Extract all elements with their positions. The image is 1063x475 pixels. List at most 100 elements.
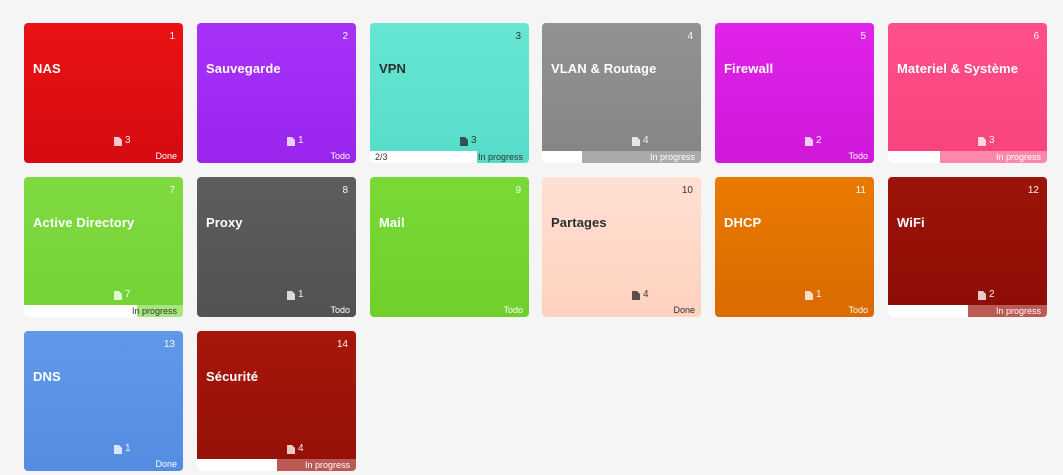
- card-number: 11: [855, 185, 866, 196]
- status-label: Todo: [848, 305, 868, 315]
- card-title: Mail: [379, 215, 405, 230]
- document-icon: [114, 136, 122, 146]
- status-label: Todo: [848, 151, 868, 161]
- status-label: Todo: [330, 305, 350, 315]
- status-label: Done: [673, 305, 695, 315]
- card-partages[interactable]: 10 Partages 4 Done: [542, 177, 701, 317]
- card-title: Materiel & Système: [897, 61, 1019, 76]
- card-number: 9: [515, 185, 521, 196]
- doc-count-value: 2: [989, 289, 995, 300]
- card-nas[interactable]: 1 NAS 3 Done: [24, 23, 183, 163]
- card-number: 7: [169, 185, 175, 196]
- card-sauvegarde[interactable]: 2 Sauvegarde 1 Todo: [197, 23, 356, 163]
- document-icon: [114, 290, 122, 300]
- card-materiel-systeme[interactable]: 6 Materiel & Système 3 In progress: [888, 23, 1047, 163]
- document-icon: [287, 444, 295, 454]
- card-number: 5: [860, 31, 866, 42]
- progress-bar: In progress: [888, 151, 1047, 163]
- card-number: 1: [169, 31, 175, 42]
- doc-count: 1: [114, 443, 131, 454]
- document-icon: [805, 290, 813, 300]
- card-vlan-routage[interactable]: 4 VLAN & Routage 4 In progress: [542, 23, 701, 163]
- status-label: In progress: [131, 306, 177, 316]
- doc-count: 4: [287, 443, 304, 454]
- doc-count: 1: [287, 135, 304, 146]
- card-number: 10: [681, 185, 693, 196]
- card-number: 6: [1033, 31, 1039, 42]
- doc-count: 3: [114, 135, 131, 146]
- doc-count-value: 1: [125, 443, 131, 454]
- doc-count-value: 2: [816, 135, 822, 146]
- status-label: Done: [155, 151, 177, 161]
- document-icon: [805, 136, 813, 146]
- doc-count: 3: [978, 135, 995, 146]
- document-icon: [114, 444, 122, 454]
- card-title: Proxy: [206, 215, 243, 230]
- status-label: In progress: [477, 152, 523, 162]
- card-title: DNS: [33, 369, 61, 384]
- progress-count: 2/3: [375, 152, 388, 162]
- document-icon: [632, 290, 640, 300]
- card-number: 12: [1027, 185, 1039, 196]
- doc-count-value: 4: [643, 289, 649, 300]
- doc-count-value: 1: [298, 289, 304, 300]
- document-icon: [978, 290, 986, 300]
- card-number: 8: [342, 185, 348, 196]
- doc-count-value: 7: [125, 289, 131, 300]
- doc-count-value: 3: [471, 135, 477, 146]
- status-label: In progress: [995, 152, 1041, 162]
- progress-bar: 2/3 In progress: [370, 151, 529, 163]
- doc-count-value: 4: [298, 443, 304, 454]
- card-firewall[interactable]: 5 Firewall 2 Todo: [715, 23, 874, 163]
- progress-bar: In progress: [24, 305, 183, 317]
- document-icon: [287, 136, 295, 146]
- doc-count-value: 1: [816, 289, 822, 300]
- card-active-directory[interactable]: 7 Active Directory 7 In progress: [24, 177, 183, 317]
- document-icon: [460, 136, 468, 146]
- document-icon: [287, 290, 295, 300]
- card-title: NAS: [33, 61, 61, 76]
- card-title: Sécurité: [206, 369, 259, 384]
- progress-bar: In progress: [197, 459, 356, 471]
- status-label: In progress: [649, 152, 695, 162]
- doc-count: 1: [287, 289, 304, 300]
- doc-count: 7: [114, 289, 131, 300]
- project-board: 1 NAS 3 Done 2 Sauvegarde 1 Todo 3 VPN 3: [0, 0, 1063, 475]
- progress-bar: In progress: [888, 305, 1047, 317]
- doc-count-value: 3: [989, 135, 995, 146]
- doc-count-value: 3: [125, 135, 131, 146]
- progress-bar: In progress: [542, 151, 701, 163]
- card-dhcp[interactable]: 11 DHCP 1 Todo: [715, 177, 874, 317]
- card-wifi[interactable]: 12 WiFi 2 In progress: [888, 177, 1047, 317]
- card-title: VLAN & Routage: [551, 61, 657, 76]
- card-number: 2: [342, 31, 348, 42]
- doc-count: 3: [460, 135, 477, 146]
- card-number: 3: [515, 31, 521, 42]
- card-number: 13: [163, 339, 175, 350]
- card-proxy[interactable]: 8 Proxy 1 Todo: [197, 177, 356, 317]
- doc-count: 2: [978, 289, 995, 300]
- document-icon: [632, 136, 640, 146]
- card-title: WiFi: [897, 215, 925, 230]
- card-title: Sauvegarde: [206, 61, 281, 76]
- card-mail[interactable]: 9 Mail Todo: [370, 177, 529, 317]
- doc-count-value: 1: [298, 135, 304, 146]
- doc-count: 2: [805, 135, 822, 146]
- doc-count-value: 4: [643, 135, 649, 146]
- card-number: 4: [687, 31, 693, 42]
- card-dns[interactable]: 13 DNS 1 Done: [24, 331, 183, 471]
- doc-count: 1: [805, 289, 822, 300]
- card-title: Active Directory: [33, 215, 135, 230]
- card-title: VPN: [379, 61, 407, 76]
- document-icon: [978, 136, 986, 146]
- card-securite[interactable]: 14 Sécurité 4 In progress: [197, 331, 356, 471]
- card-title: Firewall: [724, 61, 774, 76]
- card-vpn[interactable]: 3 VPN 3 2/3 In progress: [370, 23, 529, 163]
- status-label: Done: [155, 459, 177, 469]
- status-label: Todo: [330, 151, 350, 161]
- doc-count: 4: [632, 289, 649, 300]
- card-title: DHCP: [724, 215, 762, 230]
- card-title: Partages: [551, 215, 607, 230]
- status-label: In progress: [304, 460, 350, 470]
- card-number: 14: [336, 339, 348, 350]
